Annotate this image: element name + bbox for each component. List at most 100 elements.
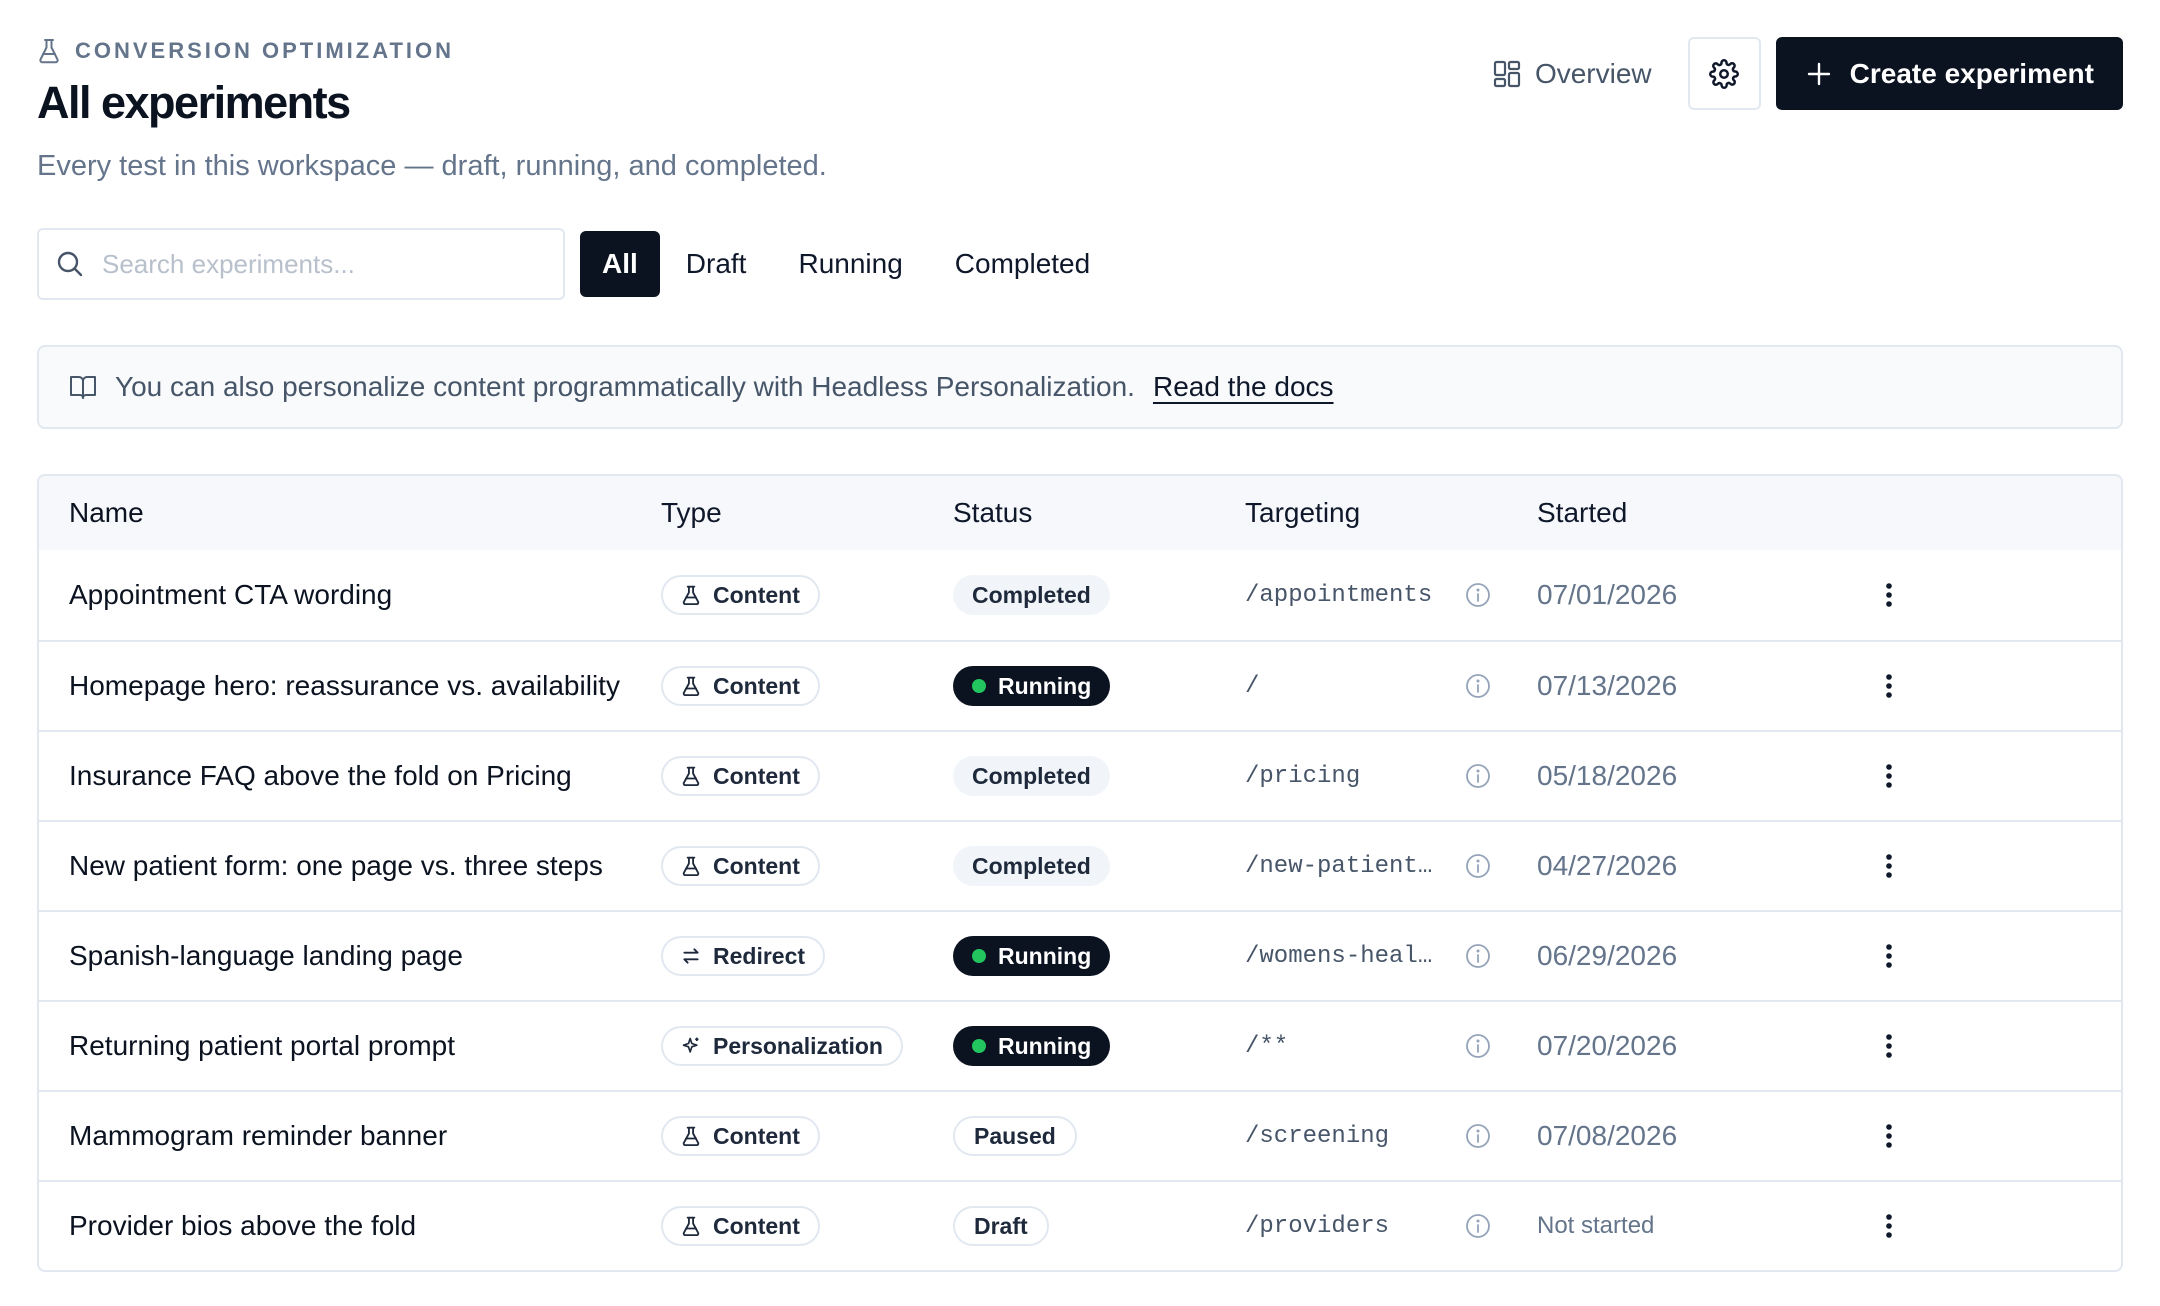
column-header-status[interactable]: Status bbox=[953, 497, 1245, 529]
row-menu-button[interactable] bbox=[1874, 1026, 1904, 1066]
experiment-name[interactable]: Appointment CTA wording bbox=[39, 579, 661, 611]
actions-cell bbox=[1859, 666, 1919, 706]
overview-button[interactable]: Overview bbox=[1469, 37, 1688, 110]
type-label: Content bbox=[713, 762, 800, 789]
started-date: Not started bbox=[1537, 1212, 1655, 1239]
table-row[interactable]: Spanish-language landing page Redirect Run… bbox=[39, 910, 2121, 1000]
experiment-name[interactable]: Provider bios above the fold bbox=[39, 1210, 661, 1242]
row-menu-button[interactable] bbox=[1874, 936, 1904, 976]
type-label: Redirect bbox=[713, 942, 806, 969]
tab-draft[interactable]: Draft bbox=[660, 231, 773, 297]
experiment-name[interactable]: Mammogram reminder banner bbox=[39, 1120, 661, 1152]
running-dot-icon bbox=[972, 1039, 986, 1053]
column-header-type[interactable]: Type bbox=[661, 497, 953, 529]
experiment-name[interactable]: Homepage hero: reassurance vs. availabil… bbox=[39, 670, 661, 702]
info-icon[interactable] bbox=[1465, 763, 1491, 789]
info-icon[interactable] bbox=[1465, 673, 1491, 699]
search-input[interactable] bbox=[102, 248, 522, 280]
experiment-name[interactable]: New patient form: one page vs. three ste… bbox=[39, 850, 661, 882]
info-icon[interactable] bbox=[1465, 1123, 1491, 1149]
status-badge: Draft bbox=[953, 1206, 1049, 1246]
type-label: Content bbox=[713, 672, 800, 699]
info-icon[interactable] bbox=[1465, 582, 1491, 608]
kebab-icon bbox=[1886, 674, 1892, 698]
actions-cell bbox=[1859, 1026, 1919, 1066]
info-banner: You can also personalize content program… bbox=[37, 345, 2123, 429]
type-badge: Content bbox=[661, 1206, 820, 1246]
actions-cell bbox=[1859, 1116, 1919, 1156]
targeting-path: /new-patient/… bbox=[1245, 852, 1445, 880]
tab-completed[interactable]: Completed bbox=[929, 231, 1116, 297]
status-cell: Completed bbox=[953, 756, 1245, 796]
targeting-cell: / bbox=[1245, 673, 1537, 700]
flask-icon bbox=[681, 585, 701, 605]
type-cell: Content bbox=[661, 1116, 953, 1156]
info-icon[interactable] bbox=[1465, 853, 1491, 879]
status-label: Running bbox=[998, 1032, 1092, 1059]
targeting-cell: /appointments bbox=[1245, 582, 1537, 609]
targeting-path: /providers bbox=[1245, 1212, 1390, 1240]
type-label: Personalization bbox=[713, 1032, 883, 1059]
sparkle-icon bbox=[681, 1036, 701, 1056]
type-cell: Content bbox=[661, 666, 953, 706]
row-menu-button[interactable] bbox=[1874, 666, 1904, 706]
table-row[interactable]: Mammogram reminder banner Content Paused/s… bbox=[39, 1090, 2121, 1180]
kebab-icon bbox=[1886, 583, 1892, 607]
table-row[interactable]: Provider bios above the fold Content Draft… bbox=[39, 1180, 2121, 1270]
row-menu-button[interactable] bbox=[1874, 1206, 1904, 1246]
type-badge: Content bbox=[661, 756, 820, 796]
experiment-name[interactable]: Returning patient portal prompt bbox=[39, 1030, 661, 1062]
experiments-page: CONVERSION OPTIMIZATION All experiments … bbox=[37, 36, 2123, 1272]
banner-text: You can also personalize content program… bbox=[115, 371, 1135, 402]
type-label: Content bbox=[713, 1212, 800, 1239]
overview-label: Overview bbox=[1534, 57, 1652, 89]
column-header-targeting[interactable]: Targeting bbox=[1245, 497, 1537, 529]
status-cell: Paused bbox=[953, 1116, 1245, 1156]
experiment-name[interactable]: Spanish-language landing page bbox=[39, 940, 661, 972]
table-row[interactable]: Appointment CTA wording Content Completed /… bbox=[39, 550, 2121, 640]
row-menu-button[interactable] bbox=[1874, 846, 1904, 886]
table-row[interactable]: Homepage hero: reassurance vs. availabil… bbox=[39, 640, 2121, 730]
table-row[interactable]: New patient form: one page vs. three ste… bbox=[39, 820, 2121, 910]
started-date: 05/18/2026 bbox=[1537, 760, 1678, 791]
started-date: 07/01/2026 bbox=[1537, 579, 1678, 610]
type-badge: Personalization bbox=[661, 1026, 903, 1066]
row-menu-button[interactable] bbox=[1874, 756, 1904, 796]
plus-icon bbox=[1807, 62, 1830, 85]
table-body: Appointment CTA wording Content Completed /… bbox=[39, 550, 2121, 1270]
column-header-started[interactable]: Started bbox=[1537, 497, 1859, 529]
targeting-path: /womens-health bbox=[1245, 942, 1445, 970]
status-label: Running bbox=[998, 942, 1092, 969]
actions-cell bbox=[1859, 575, 1919, 615]
create-experiment-button[interactable]: Create experiment bbox=[1775, 37, 2123, 110]
kebab-icon bbox=[1886, 1214, 1892, 1238]
read-docs-link[interactable]: Read the docs bbox=[1153, 371, 1334, 403]
status-badge: Running bbox=[953, 936, 1111, 976]
row-menu-button[interactable] bbox=[1874, 575, 1904, 615]
table-row[interactable]: Insurance FAQ above the fold on Pricing C… bbox=[39, 730, 2121, 820]
table-row[interactable]: Returning patient portal prompt Personali… bbox=[39, 1000, 2121, 1090]
gear-icon bbox=[1709, 58, 1740, 89]
tab-all[interactable]: All bbox=[580, 231, 660, 297]
info-icon[interactable] bbox=[1465, 943, 1491, 969]
flask-icon bbox=[681, 766, 701, 786]
experiment-name[interactable]: Insurance FAQ above the fold on Pricing bbox=[39, 760, 661, 792]
info-icon[interactable] bbox=[1465, 1033, 1491, 1059]
flask-icon bbox=[39, 39, 59, 64]
column-header-name[interactable]: Name bbox=[39, 497, 661, 529]
search-icon bbox=[57, 251, 83, 277]
type-cell: Personalization bbox=[661, 1026, 953, 1066]
info-icon[interactable] bbox=[1465, 1213, 1491, 1239]
tab-running[interactable]: Running bbox=[772, 231, 928, 297]
type-cell: Content bbox=[661, 846, 953, 886]
type-badge: Content bbox=[661, 575, 820, 615]
flask-icon bbox=[681, 676, 701, 696]
targeting-path: /screening bbox=[1245, 1122, 1390, 1150]
page-subtitle: Every test in this workspace — draft, ru… bbox=[37, 150, 827, 182]
settings-button[interactable] bbox=[1687, 37, 1761, 110]
row-menu-button[interactable] bbox=[1874, 1116, 1904, 1156]
actions-cell bbox=[1859, 1206, 1919, 1246]
type-badge: Content bbox=[661, 846, 820, 886]
type-badge: Redirect bbox=[661, 936, 826, 976]
started-date: 07/08/2026 bbox=[1537, 1120, 1678, 1151]
